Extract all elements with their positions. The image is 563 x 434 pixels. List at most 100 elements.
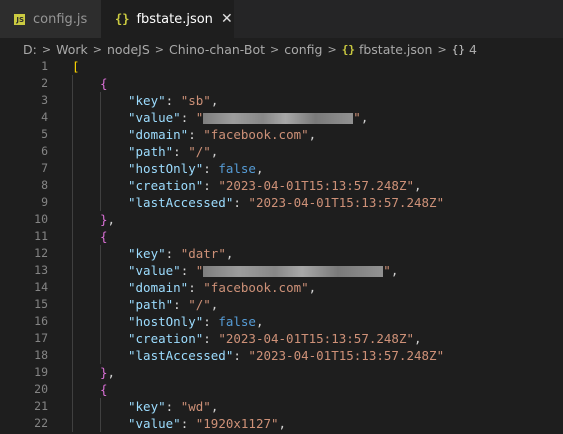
code-text: "creation": "2023-04-01T15:13:57.248Z", — [128, 177, 422, 194]
code-text: "path": "/", — [128, 296, 218, 313]
indent-guide — [72, 313, 73, 330]
indent-guide — [100, 279, 101, 296]
code-line[interactable]: 9 "lastAccessed": "2023-04-01T15:13:57.24… — [0, 194, 563, 211]
code-line[interactable]: 16 "hostOnly": false, — [0, 313, 563, 330]
indent-guide — [100, 245, 101, 262]
indent-guide — [100, 330, 101, 347]
code-token: , — [390, 263, 399, 278]
indent-guide — [72, 126, 73, 143]
indent-guide — [100, 194, 101, 211]
breadcrumb-config[interactable]: config — [284, 42, 322, 57]
tab-fbstate-json[interactable]: {} fbstate.json ✕ — [101, 0, 234, 38]
code-line[interactable]: 1[ — [0, 58, 563, 75]
tab-config-js[interactable]: JS config.js — [0, 0, 101, 38]
code-token: "lastAccessed" — [128, 195, 234, 210]
code-text: "creation": "2023-04-01T15:13:57.248Z", — [128, 330, 422, 347]
close-icon[interactable]: ✕ — [221, 11, 233, 27]
redacted-value — [203, 266, 384, 277]
indent-guide — [72, 194, 73, 211]
breadcrumb-drive[interactable]: D: — [23, 42, 37, 57]
code-line[interactable]: 11 { — [0, 228, 563, 245]
line-number: 3 — [41, 93, 48, 107]
code-token: { — [100, 229, 108, 244]
indent-guide — [72, 75, 73, 92]
line-number: 17 — [34, 331, 48, 345]
code-text: { — [100, 381, 108, 398]
code-line[interactable]: 13 "value": " ", — [0, 262, 563, 279]
code-line[interactable]: 10}, — [0, 211, 563, 228]
indent-guide — [72, 211, 73, 228]
indent-guide — [100, 398, 101, 415]
indent-guide — [72, 398, 73, 415]
breadcrumb-work[interactable]: Work — [56, 42, 88, 57]
indent-guide — [72, 415, 73, 432]
code-token: "key" — [128, 246, 166, 261]
breadcrumb-chino-chan-bot[interactable]: Chino-chan-Bot — [169, 42, 265, 57]
code-line[interactable]: 12 "key": "datr", — [0, 245, 563, 262]
code-line[interactable]: 8 "creation": "2023-04-01T15:13:57.248Z", — [0, 177, 563, 194]
code-token: "facebook.com" — [203, 127, 309, 142]
line-number: 21 — [34, 399, 48, 413]
code-token: , — [414, 331, 422, 346]
code-token: "/" — [188, 144, 211, 159]
code-line[interactable]: 18 "lastAccessed": "2023-04-01T15:13:57.2… — [0, 347, 563, 364]
code-line[interactable]: 15 "path": "/", — [0, 296, 563, 313]
code-token: : — [180, 110, 196, 125]
code-token: "key" — [128, 399, 166, 414]
code-line[interactable]: 5 "domain": "facebook.com", — [0, 126, 563, 143]
code-token: , — [414, 178, 422, 193]
code-line[interactable]: 21 "key": "wd", — [0, 398, 563, 415]
indent-guide — [100, 415, 101, 432]
code-token: : — [165, 399, 181, 414]
breadcrumb-file[interactable]: fbstate.json — [359, 42, 433, 57]
code-token: , — [107, 365, 116, 380]
code-token: : — [203, 314, 219, 329]
breadcrumb-nodejs[interactable]: nodeJS — [107, 42, 150, 57]
code-token: "2023-04-01T15:13:57.248Z" — [248, 195, 445, 210]
indent-guide — [100, 143, 101, 160]
code-token: , — [308, 280, 317, 295]
code-text: "value": " ", — [128, 109, 368, 126]
code-line[interactable]: 2{ — [0, 75, 563, 92]
indent-guide — [72, 160, 73, 177]
line-number: 20 — [34, 382, 48, 396]
code-text: "value": " ", — [128, 262, 398, 279]
code-text: }, — [100, 211, 115, 228]
code-token: { — [100, 382, 108, 397]
indent-guide — [100, 296, 101, 313]
code-line[interactable]: 20 { — [0, 381, 563, 398]
code-token: "creation" — [128, 178, 204, 193]
indent-guide — [72, 228, 73, 245]
code-token: "2023-04-01T15:13:57.248Z" — [218, 331, 414, 346]
code-line[interactable]: 14 "domain": "facebook.com", — [0, 279, 563, 296]
code-token: "value" — [128, 263, 181, 278]
code-line[interactable]: 4 "value": " ", — [0, 109, 563, 126]
line-number: 22 — [34, 416, 48, 430]
tab-bar: JS config.js {} fbstate.json ✕ — [0, 0, 563, 38]
code-token: { — [100, 76, 108, 91]
code-line[interactable]: 17 "creation": "2023-04-01T15:13:57.248Z"… — [0, 330, 563, 347]
code-editor[interactable]: 1[2{3 "key": "sb", 4 "value": " ", 5 "domain":… — [0, 58, 563, 434]
indent-guide — [72, 92, 73, 109]
code-token: "domain" — [128, 127, 189, 142]
line-number: 10 — [34, 212, 48, 226]
chevron-right-icon: > — [154, 42, 164, 56]
code-line[interactable]: 19}, — [0, 364, 563, 381]
code-text: [ — [72, 58, 80, 75]
code-token: false — [218, 161, 256, 176]
code-token: "wd" — [180, 399, 211, 414]
chevron-right-icon: > — [92, 42, 102, 56]
chevron-right-icon: > — [270, 42, 280, 56]
code-token: } — [100, 212, 108, 227]
code-line[interactable]: 22 "value": "1920x1127", — [0, 415, 563, 432]
line-number: 12 — [34, 246, 48, 260]
code-token: : — [180, 263, 196, 278]
line-number: 14 — [34, 280, 48, 294]
code-line[interactable]: 3 "key": "sb", — [0, 92, 563, 109]
indent-guide — [100, 313, 101, 330]
code-text: { — [100, 228, 108, 245]
code-line[interactable]: 7 "hostOnly": false, — [0, 160, 563, 177]
code-token: : — [203, 331, 219, 346]
code-line[interactable]: 6 "path": "/", — [0, 143, 563, 160]
breadcrumb-symbol[interactable]: 4 — [469, 42, 477, 57]
